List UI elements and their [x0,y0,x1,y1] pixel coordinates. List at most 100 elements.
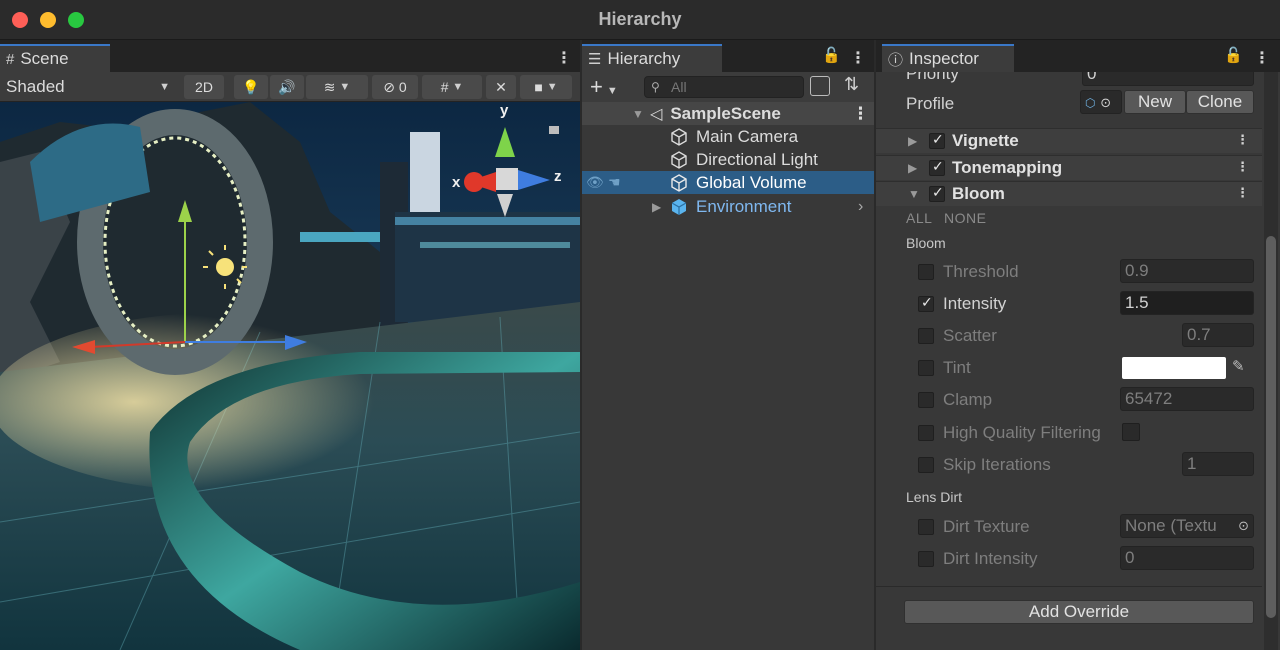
clone-profile-button[interactable]: Clone [1186,90,1254,114]
section-menu-icon[interactable]: ⋮ [1236,185,1249,201]
tonemapping-enabled-checkbox[interactable] [929,158,945,176]
scene-row-menu-icon[interactable]: ⋮ [852,104,869,124]
toggle-2d-button[interactable]: 2D [184,75,224,99]
shading-mode-dropdown[interactable]: Shaded ▼ [0,72,176,102]
high-quality-filtering-override-checkbox[interactable] [918,425,934,441]
expand-arrow-icon[interactable]: ▶ [908,134,917,148]
sort-icon[interactable]: ⇅ [844,74,859,95]
expand-arrow-icon[interactable]: ▶ [652,200,661,214]
hierarchy-search-input[interactable]: ⚲ All [644,76,804,98]
tree-item-main-camera[interactable]: Main Camera [582,125,874,148]
scene-menu-icon[interactable]: ⋮ [556,48,572,68]
tree-item-directional-light[interactable]: Directional Light [582,148,874,171]
unity-scene-icon: ◁ [650,105,663,123]
threshold-field[interactable]: 0.9 [1120,259,1254,283]
scene-visibility-button[interactable]: ⊘ 0 [372,75,418,99]
section-vignette[interactable]: ▶ Vignette ⋮ [876,128,1262,153]
tree-item-environment[interactable]: ▶ Environment › [582,195,874,218]
tab-inspector[interactable]: ⓘ Inspector [882,44,1014,72]
create-button[interactable]: + ▼ [590,74,618,100]
tree-item-label: Environment [696,196,792,216]
tree-item-global-volume[interactable]: 👁 ☚ Global Volume [582,171,874,194]
scatter-field[interactable]: 0.7 [1182,323,1254,347]
tree-item-samplescene[interactable]: ▼ ◁ SampleScene ⋮ [582,102,874,125]
skip-iterations-field[interactable]: 1 [1182,452,1254,476]
pickable-hand-icon[interactable]: ☚ [608,174,621,191]
visibility-eye-icon[interactable]: 👁 [586,174,604,191]
high-quality-filtering-checkbox[interactable] [1122,423,1140,441]
info-icon: ⓘ [888,51,904,69]
select-all-link[interactable]: ALL [906,210,932,226]
lens-dirt-subheader: Lens Dirt [906,489,963,505]
tree-item-label: Global Volume [696,172,807,192]
scrollbar-thumb[interactable] [1266,236,1276,618]
section-menu-icon[interactable]: ⋮ [1236,132,1249,148]
inspector-scrollbar[interactable] [1264,72,1278,650]
dirt-intensity-override-checkbox[interactable] [918,551,934,567]
effects-toggle-button[interactable]: ≋ ▼ [306,75,368,99]
hierarchy-menu-icon[interactable]: ⋮ [850,48,866,68]
expand-arrow-icon[interactable]: ▼ [632,107,644,121]
chevron-down-icon: ▼ [452,81,464,93]
clamp-override-checkbox[interactable] [918,392,934,408]
tab-scene[interactable]: # Scene [0,44,110,72]
section-tonemapping[interactable]: ▶ Tonemapping ⋮ [876,155,1262,180]
audio-toggle-button[interactable]: 🔊 [270,75,304,99]
title-bar: Hierarchy [0,0,1280,40]
chevron-right-icon[interactable]: › [858,198,863,216]
dirt-texture-override-checkbox[interactable] [918,519,934,535]
profile-object-field[interactable]: ⬡ ⊙ [1080,90,1122,114]
object-picker-icon[interactable]: ⊙ [1238,515,1249,537]
grid-snapping-button[interactable]: # ▼ [422,75,482,99]
collapse-arrow-icon[interactable]: ▼ [908,187,920,201]
clamp-field[interactable]: 65472 [1120,387,1254,411]
vignette-enabled-checkbox[interactable] [929,131,945,149]
section-bloom[interactable]: ▼ Bloom ⋮ [876,181,1262,206]
scene-render[interactable] [0,102,580,650]
lock-icon[interactable]: 🔓 [1224,46,1243,64]
scene-viewport[interactable]: y x z [0,102,580,650]
tab-scene-label: Scene [20,49,69,68]
threshold-override-checkbox[interactable] [918,264,934,280]
expand-arrow-icon[interactable]: ▶ [908,161,917,175]
object-picker-icon[interactable]: ⊙ [1100,95,1111,110]
intensity-label: Intensity [943,294,1007,313]
inspector-menu-icon[interactable]: ⋮ [1254,48,1270,68]
lock-icon[interactable]: 🔓 [822,46,841,64]
priority-label: Priority [906,72,959,83]
camera-icon: ■ [534,79,543,95]
light-bulb-icon: 💡 [242,78,260,95]
dirt-intensity-field[interactable]: 0 [1120,546,1254,570]
speaker-icon: 🔊 [278,78,296,95]
scatter-override-checkbox[interactable] [918,328,934,344]
inspector-content: Priority 0 Profile ⬡ ⊙ New Clone ▶ Vigne… [876,72,1262,650]
tools-button[interactable]: ✕ [486,75,516,99]
dirt-texture-field[interactable]: None (Textu ⊙ [1120,514,1254,538]
chevron-down-icon: ▼ [339,81,351,93]
intensity-field[interactable]: 1.5 [1120,291,1254,315]
eyedropper-icon[interactable]: ✎ [1232,357,1245,375]
cube-icon: ⬡ [1085,96,1096,110]
skip-iterations-override-checkbox[interactable] [918,457,934,473]
dirt-texture-label: Dirt Texture [943,517,1030,536]
tint-color-swatch[interactable] [1122,357,1226,379]
add-override-button[interactable]: Add Override [904,600,1254,624]
search-filter-button[interactable] [810,76,830,96]
select-none-link[interactable]: NONE [944,210,986,226]
camera-settings-button[interactable]: ■ ▼ [520,75,572,99]
lighting-toggle-button[interactable]: 💡 [234,75,268,99]
intensity-override-checkbox[interactable] [918,294,934,312]
chevron-down-icon: ▼ [606,85,618,97]
list-icon: ☰ [588,51,602,68]
tab-hierarchy[interactable]: ☰ Hierarchy [582,44,722,72]
tree-item-label: Main Camera [696,126,799,146]
gameobject-cube-icon [671,173,687,192]
dirt-intensity-label: Dirt Intensity [943,549,1038,568]
gizmo-y-label: y [500,102,509,119]
tree-item-label: Directional Light [696,149,818,169]
bloom-enabled-checkbox[interactable] [929,184,945,202]
section-menu-icon[interactable]: ⋮ [1236,159,1249,175]
tint-override-checkbox[interactable] [918,360,934,376]
priority-field[interactable]: 0 [1082,72,1254,86]
new-profile-button[interactable]: New [1124,90,1186,114]
